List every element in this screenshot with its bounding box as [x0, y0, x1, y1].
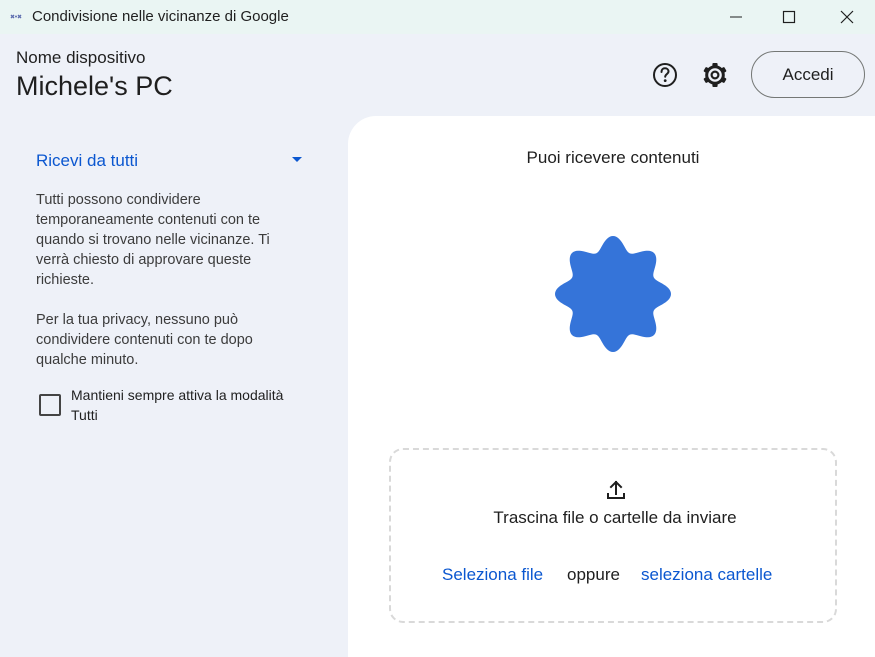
nearby-share-icon [8, 9, 24, 25]
receive-panel: Puoi ricevere contenuti Trascina file o … [348, 116, 875, 657]
device-name-label: Nome dispositivo [16, 48, 146, 67]
select-file-link[interactable]: Seleziona file [442, 565, 543, 585]
visibility-selected-value: Ricevi da tutti [36, 151, 139, 170]
close-icon [840, 10, 854, 24]
visibility-description: Tutti possono condividere temporaneament… [36, 192, 270, 288]
minimize-button[interactable] [711, 0, 761, 34]
window-title: Condivisione nelle vicinanze di Google [32, 8, 289, 25]
caret-down-icon [292, 157, 302, 162]
receive-status-title: Puoi ricevere contenuti [526, 148, 700, 167]
maximize-button[interactable] [764, 0, 814, 34]
app-window: Condivisione nelle vicinanze di Google N… [0, 0, 875, 657]
close-button[interactable] [822, 0, 872, 34]
sign-in-button[interactable]: Accedi [751, 51, 865, 98]
or-separator: oppure [567, 565, 620, 584]
receiving-indicator-shape [555, 236, 671, 352]
help-icon [653, 63, 677, 87]
select-folder-link[interactable]: seleziona cartelle [641, 565, 772, 585]
help-button[interactable] [650, 60, 680, 90]
keep-all-mode-checkbox[interactable] [39, 394, 61, 416]
drop-instructions: Trascina file o cartelle da inviare [493, 508, 737, 527]
upload-icon [607, 480, 625, 499]
privacy-description: Per la tua privacy, nessuno può condivid… [36, 312, 253, 368]
minimize-icon [730, 16, 742, 18]
title-bar: Condivisione nelle vicinanze di Google [0, 0, 875, 34]
keep-all-mode-label: Mantieni sempre attiva la modalità Tutti [71, 387, 284, 423]
maximize-icon [782, 10, 796, 24]
gear-icon [703, 63, 727, 87]
visibility-dropdown[interactable]: Ricevi da tutti [36, 148, 304, 174]
device-name: Michele's PC [16, 71, 173, 101]
file-drop-zone[interactable]: Trascina file o cartelle da inviare Sele… [389, 448, 837, 623]
settings-button[interactable] [700, 60, 730, 90]
